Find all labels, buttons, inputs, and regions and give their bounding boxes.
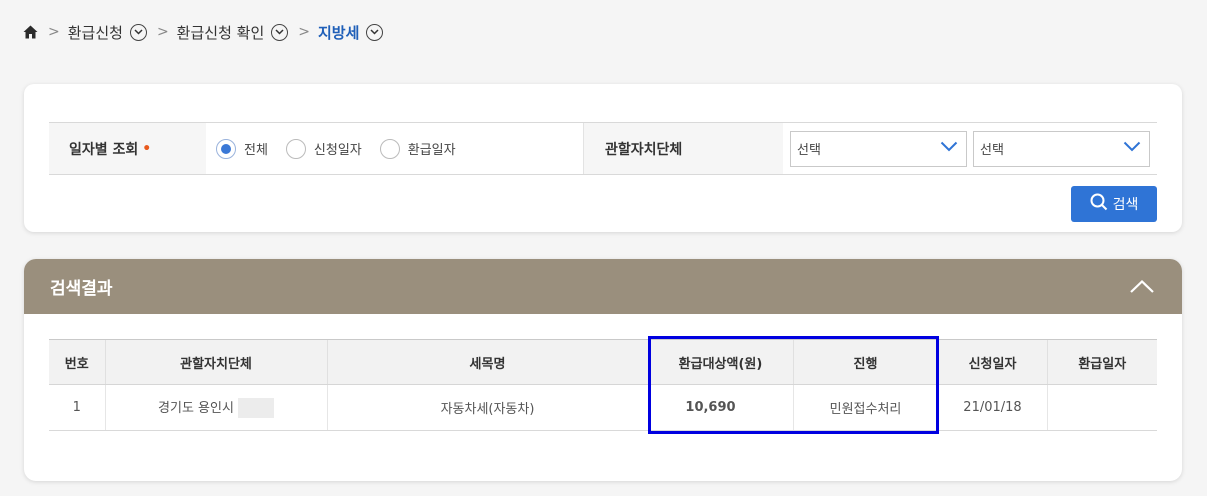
search-button[interactable]: 검색 [1071, 186, 1157, 222]
result-panel: 검색결과 번호 관할자치단체 세목명 환급대상액(원) 진행 신청일자 환급일자… [24, 259, 1182, 481]
breadcrumb-label: 환급신청 확인 [176, 23, 265, 42]
chevron-down-icon[interactable] [129, 23, 147, 41]
radio-refund-date[interactable]: 환급일자 [379, 138, 456, 159]
results-table: 번호 관할자치단체 세목명 환급대상액(원) 진행 신청일자 환급일자 1 경기… [49, 339, 1157, 431]
chevron-down-icon [1123, 141, 1141, 156]
column-header: 번호 [49, 339, 105, 385]
radio-all-label: 전체 [244, 143, 268, 158]
chevron-right-icon: > [298, 24, 310, 40]
chevron-up-icon[interactable] [1128, 273, 1156, 301]
column-header: 진행 [792, 339, 938, 385]
cell-amount: 10,690 [647, 384, 793, 431]
date-filter-label: 일자별 조회 • [49, 123, 206, 174]
result-header: 검색결과 [24, 259, 1182, 314]
province-select[interactable]: 선택 [790, 130, 967, 167]
city-select-value: 선택 [980, 143, 1004, 158]
date-filter-options: 전체 신청일자 환급일자 [206, 123, 583, 174]
cell-org: 경기도 용인시 [104, 384, 327, 431]
search-filter-row: 일자별 조회 • 전체 신청일자 환급일자 관할자치단체 선택 선택 [49, 122, 1157, 175]
chevron-right-icon: > [48, 24, 60, 40]
breadcrumb-current-label: 지방세 [317, 23, 360, 42]
org-select-cell: 선택 선택 [783, 123, 1157, 174]
column-header: 환급일자 [1046, 339, 1157, 385]
redacted-block [237, 398, 274, 419]
cell-no: 1 [49, 384, 105, 431]
breadcrumb-item-refund-apply[interactable]: 환급신청 [68, 22, 147, 43]
chevron-right-icon: > [156, 24, 169, 40]
home-icon[interactable] [22, 24, 38, 40]
chevron-down-icon[interactable] [271, 23, 289, 41]
search-panel: 일자별 조회 • 전체 신청일자 환급일자 관할자치단체 선택 선택 검색 [24, 84, 1182, 232]
column-header: 관할자치단체 [104, 339, 327, 385]
radio-apply-date[interactable]: 신청일자 [285, 138, 362, 159]
date-filter-label-text: 일자별 조회 [69, 141, 139, 158]
breadcrumb-label: 환급신청 [67, 23, 123, 42]
result-title: 검색결과 [50, 279, 113, 299]
radio-all[interactable]: 전체 [216, 138, 268, 159]
table-row[interactable]: 1 경기도 용인시 자동차세(자동차) 10,690 민원접수처리 21/01/… [49, 384, 1157, 431]
city-select[interactable]: 선택 [973, 130, 1150, 167]
radio-apply-date-label: 신청일자 [313, 143, 362, 158]
column-header: 세목명 [326, 339, 648, 385]
breadcrumb-item-refund-confirm[interactable]: 환급신청 확인 [177, 22, 289, 43]
chevron-down-icon [940, 141, 958, 156]
breadcrumb-item-local-tax[interactable]: 지방세 [317, 22, 384, 43]
cell-status: 민원접수처리 [792, 384, 938, 431]
radio-refund-date-label: 환급일자 [407, 143, 456, 158]
column-header: 신청일자 [937, 339, 1047, 385]
province-select-value: 선택 [797, 143, 821, 158]
chevron-down-icon[interactable] [366, 23, 384, 41]
column-header: 환급대상액(원) [647, 339, 793, 385]
search-icon [1090, 193, 1108, 215]
cell-refund-date [1046, 384, 1157, 431]
cell-org-text: 경기도 용인시 [158, 400, 234, 416]
radio-circle[interactable] [285, 138, 306, 159]
table-header-row: 번호 관할자치단체 세목명 환급대상액(원) 진행 신청일자 환급일자 [49, 339, 1157, 385]
org-filter-label: 관할자치단체 [583, 123, 783, 174]
cell-apply-date: 21/01/18 [937, 384, 1047, 431]
required-mark: • [142, 140, 152, 157]
cell-tax: 자동차세(자동차) [326, 384, 648, 431]
breadcrumb: > 환급신청 > 환급신청 확인 > 지방세 [22, 20, 384, 44]
radio-circle[interactable] [216, 138, 236, 159]
radio-circle[interactable] [379, 138, 400, 159]
org-filter-label-text: 관할자치단체 [605, 141, 683, 158]
search-button-label: 검색 [1112, 197, 1139, 213]
